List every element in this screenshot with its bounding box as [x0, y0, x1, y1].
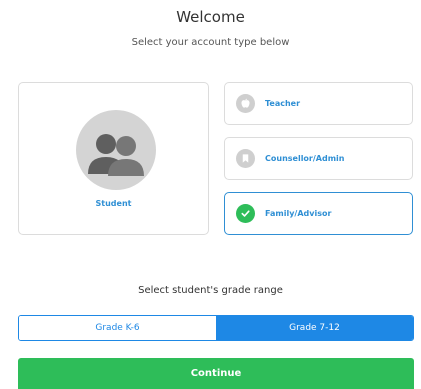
bookmark-icon: [236, 149, 255, 168]
continue-button[interactable]: Continue: [18, 358, 414, 389]
page-subtitle: Select your account type below: [131, 37, 290, 48]
student-account-card[interactable]: Student: [18, 82, 209, 235]
family-advisor-option[interactable]: Family/Advisor: [224, 192, 413, 235]
teacher-option[interactable]: Teacher: [224, 82, 413, 125]
teacher-label: Teacher: [265, 99, 301, 108]
student-avatar-icon: [76, 110, 156, 190]
family-advisor-label: Family/Advisor: [265, 209, 332, 218]
apple-icon: [236, 94, 255, 113]
grade-k-6-option[interactable]: Grade K-6: [19, 316, 216, 340]
grade-range-heading: Select student's grade range: [138, 285, 283, 296]
counsellor-admin-option[interactable]: Counsellor/Admin: [224, 137, 413, 180]
check-icon: [236, 204, 255, 223]
grade-7-12-option[interactable]: Grade 7-12: [216, 316, 413, 340]
counsellor-admin-label: Counsellor/Admin: [265, 154, 345, 163]
page-title: Welcome: [176, 8, 245, 26]
grade-range-toggle: Grade K-6 Grade 7-12: [18, 315, 414, 341]
student-label: Student: [95, 199, 132, 208]
